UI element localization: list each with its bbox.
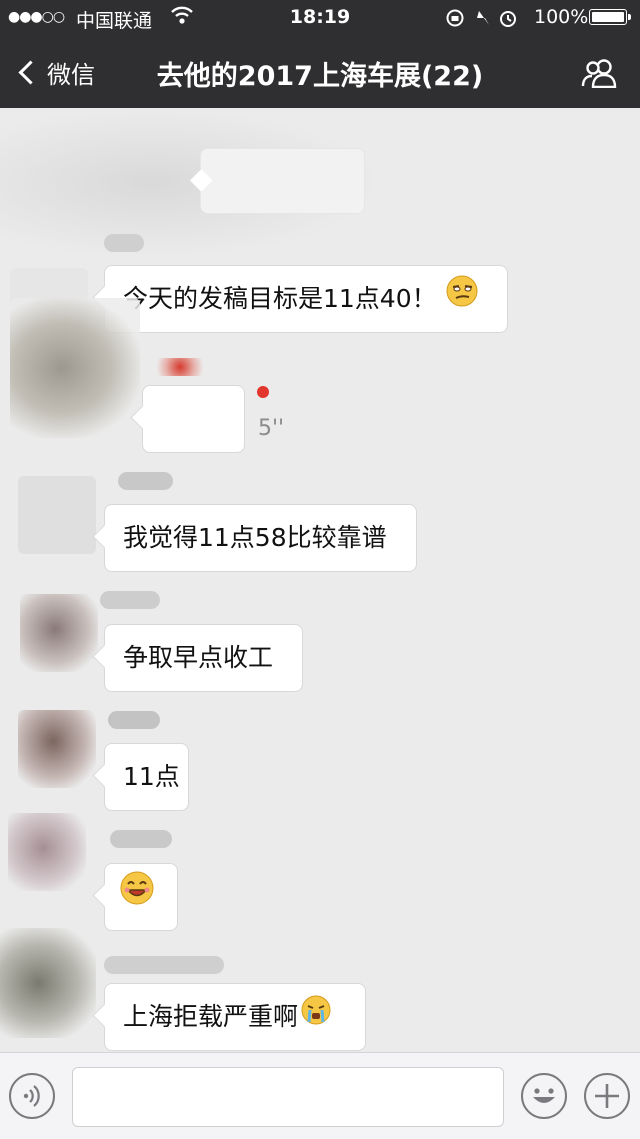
back-label: 微信	[47, 60, 95, 89]
plus-icon[interactable]	[584, 1073, 630, 1119]
sender-name	[100, 591, 160, 609]
status-bar: ●●●○○ 中国联通 18:19 100%	[0, 0, 640, 36]
sender-name	[104, 956, 224, 974]
sender-name	[118, 472, 173, 490]
avatar[interactable]	[18, 710, 96, 788]
message-text: 我觉得11点58比较靠谱	[123, 523, 387, 552]
voice-duration: 5''	[258, 416, 285, 441]
people-icon[interactable]	[580, 58, 620, 89]
message-bubble[interactable]: 我觉得11点58比较靠谱	[104, 504, 417, 572]
input-bar	[0, 1052, 640, 1139]
sender-name	[108, 711, 160, 729]
voice-icon[interactable]	[9, 1073, 55, 1119]
unread-dot	[257, 386, 269, 398]
grin-emoji-icon	[119, 865, 155, 931]
chat-message-list[interactable]: 今天的发稿目标是11点40！ 5'' 我觉得11点58比较靠谱 争取早点收工 1…	[0, 108, 640, 1052]
smirk-emoji-icon	[445, 267, 479, 333]
emoji-icon[interactable]	[521, 1073, 567, 1119]
sender-name	[150, 358, 210, 376]
message-bubble[interactable]: 争取早点收工	[104, 624, 303, 692]
chevron-left-icon	[18, 59, 43, 85]
voice-message-bubble[interactable]	[142, 385, 245, 453]
crying-emoji-icon	[300, 985, 332, 1051]
message-text: 争取早点收工	[123, 643, 274, 672]
sender-name	[110, 830, 172, 848]
message-bubble[interactable]: 11点	[104, 743, 189, 811]
message-bubble[interactable]	[104, 863, 178, 931]
avatar[interactable]	[0, 928, 96, 1038]
message-text: 11点	[123, 762, 180, 791]
message-input[interactable]	[72, 1067, 504, 1127]
message-bubble[interactable]: 上海拒载严重啊	[104, 983, 366, 1051]
avatar[interactable]	[20, 594, 98, 672]
chat-title: 去他的2017上海车展(22)	[156, 61, 484, 92]
message-text: 今天的发稿目标是11点40！	[123, 284, 437, 313]
back-button[interactable]: 微信	[16, 52, 95, 92]
sender-name	[104, 234, 144, 252]
nav-bar: 微信 去他的2017上海车展(22)	[0, 36, 640, 108]
avatar[interactable]	[10, 298, 140, 438]
message-text: 上海拒载严重啊	[123, 1002, 299, 1031]
redacted-bubble	[200, 148, 365, 214]
avatar[interactable]	[18, 476, 96, 554]
battery-icon	[589, 9, 631, 25]
message-bubble[interactable]: 今天的发稿目标是11点40！	[104, 265, 508, 333]
avatar[interactable]	[8, 813, 86, 891]
status-icons	[446, 7, 522, 34]
battery-percent: 100%	[534, 6, 589, 28]
